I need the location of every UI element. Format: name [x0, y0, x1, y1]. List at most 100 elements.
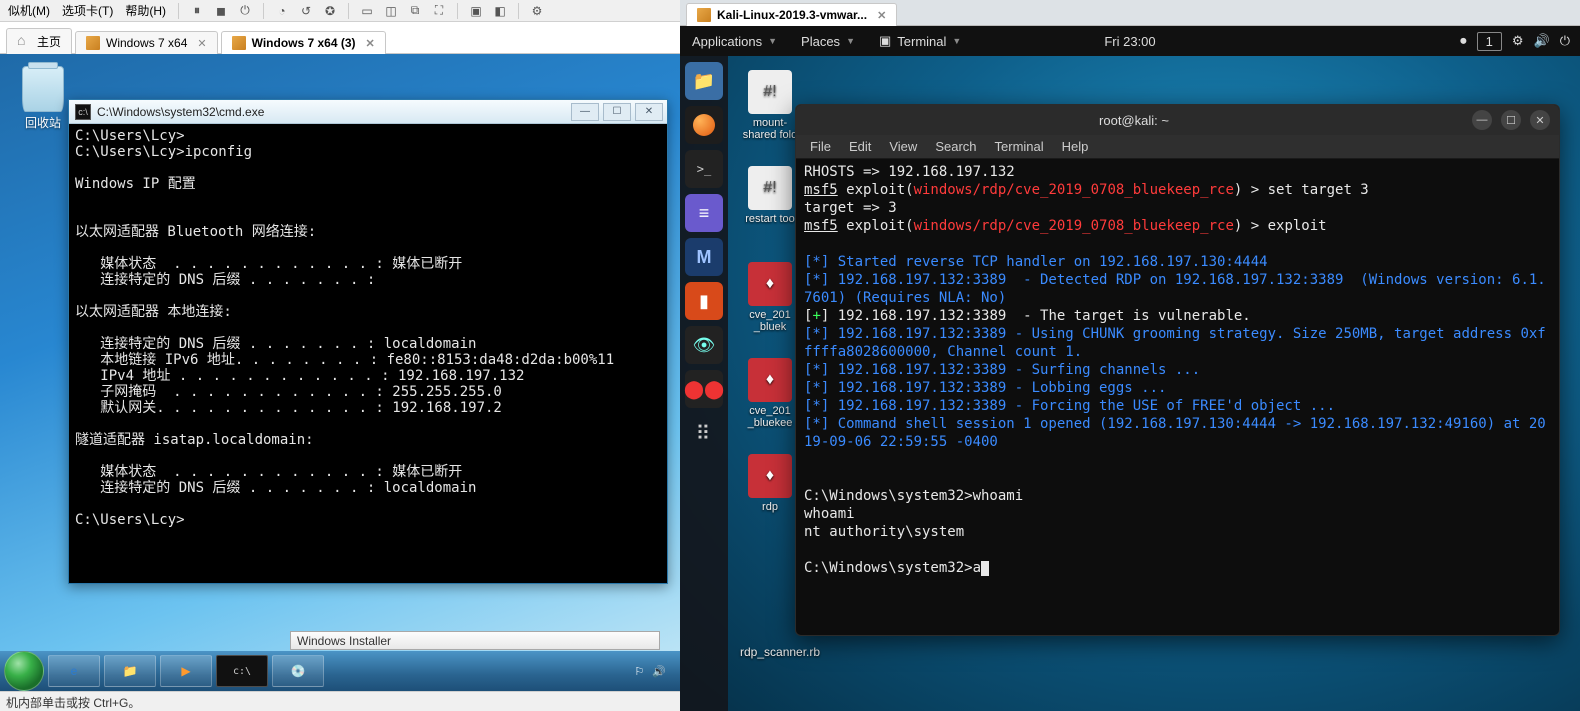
desktop-cve1[interactable]: ♦ cve_201 _bluek: [740, 262, 800, 333]
system-tray[interactable]: ⚐ 🔊: [634, 665, 676, 678]
dock-files[interactable]: 📁: [685, 62, 723, 100]
taskbar-cmd[interactable]: c:\: [216, 655, 268, 687]
settings-icon[interactable]: ⚙: [1512, 33, 1524, 49]
menu-help[interactable]: 帮助(H): [121, 0, 170, 21]
desktop-restart[interactable]: #! restart too: [740, 166, 800, 225]
close-icon[interactable]: ✕: [366, 37, 375, 50]
script-icon: #!: [748, 70, 792, 114]
vm-tabstrip: 主页 Windows 7 x64 ✕ Windows 7 x64 (3) ✕: [0, 22, 680, 54]
fullscreen-icon[interactable]: ⛶: [429, 1, 449, 21]
desktop-mount[interactable]: #! mount-shared fold: [740, 70, 800, 141]
tab-label: Windows 7 x64 (3): [252, 36, 356, 50]
view2-icon[interactable]: ◫: [381, 1, 401, 21]
dock-cherrytree[interactable]: ⬤⬤: [685, 370, 723, 408]
taskbar-ie[interactable]: e: [48, 655, 100, 687]
close-icon[interactable]: ✕: [877, 9, 886, 22]
ruby-icon: ♦: [748, 454, 792, 498]
windows-installer-window[interactable]: Windows Installer: [290, 631, 660, 650]
right-tabstrip: Kali-Linux-2019.3-vmwar... ✕: [680, 0, 1580, 26]
dock-editor[interactable]: ≡: [685, 194, 723, 232]
vm-icon: [86, 36, 100, 50]
console-icon[interactable]: ▣: [466, 1, 486, 21]
vm-icon: [232, 36, 246, 50]
dock-show-apps[interactable]: ⠿: [685, 414, 723, 452]
minimize-button[interactable]: —: [571, 103, 599, 121]
terminal-output[interactable]: RHOSTS => 192.168.197.132 msf5 exploit(w…: [796, 159, 1559, 635]
manage-icon[interactable]: ✪: [320, 1, 340, 21]
ruby-icon: ♦: [748, 358, 792, 402]
tab-label: Windows 7 x64: [106, 36, 187, 50]
ruby-icon: ♦: [748, 262, 792, 306]
taskbar-installer[interactable]: 💿: [272, 655, 324, 687]
clock[interactable]: Fri 23:00: [1092, 34, 1167, 49]
maximize-button[interactable]: ☐: [1501, 110, 1521, 130]
unity-icon[interactable]: ◧: [490, 1, 510, 21]
menu-vm[interactable]: 似机(M): [4, 0, 54, 21]
cmd-title: C:\Windows\system32\cmd.exe: [97, 105, 264, 119]
win7-taskbar: e 📁 ▶ c:\ 💿 ⚐ 🔊: [0, 651, 680, 691]
menu-help[interactable]: Help: [1062, 139, 1089, 154]
record-icon[interactable]: ⏺: [1460, 33, 1467, 49]
menu-terminal[interactable]: Terminal: [995, 139, 1044, 154]
gnome-top-bar: Applications▼ Places▼ ▣ Terminal▼ Fri 23…: [680, 26, 1580, 56]
tab-home[interactable]: 主页: [6, 28, 72, 54]
taskbar-explorer[interactable]: 📁: [104, 655, 156, 687]
menu-view[interactable]: View: [889, 139, 917, 154]
kali-host-pane: Kali-Linux-2019.3-vmwar... ✕ Application…: [680, 0, 1580, 711]
tab-win7-1[interactable]: Windows 7 x64 ✕: [75, 31, 218, 54]
desktop-scanner-label[interactable]: rdp_scanner.rb: [740, 645, 820, 659]
menu-places[interactable]: Places▼: [789, 34, 867, 49]
home-icon: [17, 35, 31, 49]
pause-icon[interactable]: ⏸: [187, 1, 207, 21]
cmd-window[interactable]: c:\ C:\Windows\system32\cmd.exe — ☐ ✕ C:…: [68, 99, 668, 584]
power-icon[interactable]: ⏻: [1560, 33, 1570, 49]
dock-terminal[interactable]: [685, 150, 723, 188]
desktop-cve2[interactable]: ♦ cve_201 _bluekee: [740, 358, 800, 429]
volume-icon[interactable]: 🔊: [1534, 33, 1550, 49]
recycle-bin[interactable]: 回收站: [18, 66, 68, 131]
menu-applications[interactable]: Applications▼: [680, 34, 789, 49]
gnome-terminal-window[interactable]: root@kali: ~ — ☐ ✕ File Edit View Search…: [795, 104, 1560, 636]
tray-flag-icon[interactable]: ⚐: [634, 665, 644, 678]
start-button[interactable]: [4, 651, 44, 691]
close-icon[interactable]: ✕: [197, 37, 206, 50]
tray-volume-icon[interactable]: 🔊: [652, 665, 666, 678]
view1-icon[interactable]: ▭: [357, 1, 377, 21]
terminal-icon: ▣: [879, 33, 891, 49]
dock-burp[interactable]: ▮: [685, 282, 723, 320]
kali-desktop[interactable]: Applications▼ Places▼ ▣ Terminal▼ Fri 23…: [680, 26, 1580, 711]
cmd-titlebar[interactable]: c:\ C:\Windows\system32\cmd.exe — ☐ ✕: [69, 100, 667, 124]
host-statusbar: 机内部单击或按 Ctrl+G。: [0, 691, 680, 711]
separator: [263, 3, 264, 19]
dock-firefox[interactable]: [685, 106, 723, 144]
revert-icon[interactable]: ↺: [296, 1, 316, 21]
win7-desktop[interactable]: 回收站 c:\ C:\Windows\system32\cmd.exe — ☐ …: [0, 54, 680, 691]
close-button[interactable]: ✕: [635, 103, 663, 121]
taskbar-media[interactable]: ▶: [160, 655, 212, 687]
menu-terminal-app[interactable]: ▣ Terminal▼: [867, 33, 973, 49]
snapshot-icon[interactable]: ◔: [272, 1, 292, 21]
minimize-button[interactable]: —: [1472, 110, 1492, 130]
dock-metasploit[interactable]: M: [685, 238, 723, 276]
maximize-button[interactable]: ☐: [603, 103, 631, 121]
terminal-menubar: File Edit View Search Terminal Help: [796, 135, 1559, 159]
menu-edit[interactable]: Edit: [849, 139, 871, 154]
menu-tabs[interactable]: 选项卡(T): [58, 0, 117, 21]
tab-win7-2[interactable]: Windows 7 x64 (3) ✕: [221, 31, 386, 54]
cmd-output[interactable]: C:\Users\Lcy> C:\Users\Lcy>ipconfig Wind…: [69, 124, 667, 532]
host-menubar: 似机(M) 选项卡(T) 帮助(H) ⏸ ◼ ⏻ ◔ ↺ ✪ ▭ ◫ ⧉ ⛶ ▣…: [0, 0, 680, 22]
dock-maltego[interactable]: 👁: [685, 326, 723, 364]
tab-kali[interactable]: Kali-Linux-2019.3-vmwar... ✕: [686, 3, 897, 26]
desktop-rdp[interactable]: ♦ rdp: [740, 454, 800, 513]
stop-icon[interactable]: ◼: [211, 1, 231, 21]
close-button[interactable]: ✕: [1530, 110, 1550, 130]
menu-search[interactable]: Search: [935, 139, 976, 154]
workspace-indicator[interactable]: 1: [1477, 32, 1502, 51]
power-icon[interactable]: ⏻: [235, 1, 255, 21]
separator: [178, 3, 179, 19]
terminal-titlebar[interactable]: root@kali: ~ — ☐ ✕: [796, 105, 1559, 135]
settings-icon[interactable]: ⚙: [527, 1, 547, 21]
menu-file[interactable]: File: [810, 139, 831, 154]
tab-label: Kali-Linux-2019.3-vmwar...: [717, 8, 867, 22]
view3-icon[interactable]: ⧉: [405, 1, 425, 21]
